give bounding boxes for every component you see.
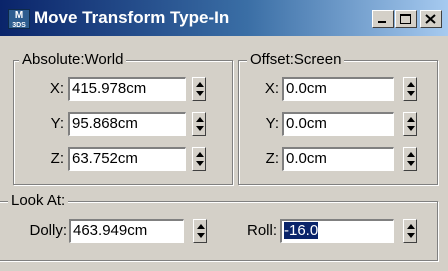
window-title: Move Transform Type-In: [34, 8, 230, 27]
spin-down-icon: [196, 161, 204, 166]
spin-up-icon: [407, 152, 415, 157]
spin-down-icon: [196, 91, 204, 96]
spin-down-icon: [407, 233, 415, 238]
spin-up-icon: [196, 117, 204, 122]
close-button[interactable]: [420, 10, 442, 28]
spin-down-icon: [197, 233, 205, 238]
title-bar[interactable]: M 3DS Move Transform Type-In: [0, 0, 448, 36]
offset-screen-label: Offset:Screen: [247, 51, 345, 69]
minimize-icon: [378, 21, 386, 23]
absolute-y-label: Y:: [50, 115, 64, 132]
look-at-group: Look At: Dolly: 463.949cm Roll: -16.0: [0, 192, 438, 261]
spin-up-icon: [196, 82, 204, 87]
offset-z-label: Z:: [265, 150, 279, 167]
absolute-x-spinner[interactable]: [192, 77, 206, 101]
offset-y-label: Y:: [265, 115, 279, 132]
roll-spinner[interactable]: [403, 219, 417, 243]
spin-up-icon: [407, 117, 415, 122]
roll-label: Roll:: [246, 222, 277, 239]
app-icon-label: 3DS: [12, 22, 26, 29]
roll-field[interactable]: -16.0: [280, 219, 394, 243]
offset-y-field[interactable]: 0.0cm: [282, 112, 394, 136]
spin-down-icon: [196, 126, 204, 131]
spin-up-icon: [197, 224, 205, 229]
look-at-label: Look At:: [8, 192, 69, 210]
roll-value-selected: -16.0: [284, 222, 319, 239]
dolly-label: Dolly:: [29, 222, 67, 239]
offset-x-field[interactable]: 0.0cm: [282, 77, 394, 101]
app-icon: M 3DS: [8, 9, 30, 29]
absolute-world-label: Absolute:World: [19, 51, 127, 69]
absolute-y-spinner[interactable]: [192, 112, 206, 136]
spin-down-icon: [407, 161, 415, 166]
offset-z-field[interactable]: 0.0cm: [282, 147, 394, 171]
absolute-world-group: Absolute:World X: 415.978cm Y: 95.868cm …: [13, 51, 233, 185]
spin-down-icon: [407, 91, 415, 96]
close-icon: [425, 14, 436, 24]
absolute-y-field[interactable]: 95.868cm: [68, 112, 186, 136]
maximize-button[interactable]: [395, 10, 417, 28]
dolly-spinner[interactable]: [193, 219, 207, 243]
dolly-field[interactable]: 463.949cm: [69, 219, 184, 243]
absolute-z-field[interactable]: 63.752cm: [68, 147, 186, 171]
minimize-button[interactable]: [372, 10, 394, 28]
absolute-x-field[interactable]: 415.978cm: [68, 77, 186, 101]
spin-up-icon: [196, 152, 204, 157]
absolute-z-label: Z:: [50, 150, 64, 167]
offset-y-spinner[interactable]: [403, 112, 417, 136]
app-icon-letter: M: [14, 10, 24, 21]
offset-screen-group: Offset:Screen X: 0.0cm Y: 0.0cm Z: 0.0cm: [238, 51, 438, 185]
offset-z-spinner[interactable]: [403, 147, 417, 171]
absolute-z-spinner[interactable]: [192, 147, 206, 171]
absolute-x-label: X:: [49, 80, 64, 97]
maximize-icon: [400, 14, 411, 24]
offset-x-spinner[interactable]: [403, 77, 417, 101]
offset-x-label: X:: [264, 80, 279, 97]
move-transform-dialog: M 3DS Move Transform Type-In Absolute:Wo…: [0, 0, 448, 271]
spin-up-icon: [407, 224, 415, 229]
spin-down-icon: [407, 126, 415, 131]
spin-up-icon: [407, 82, 415, 87]
